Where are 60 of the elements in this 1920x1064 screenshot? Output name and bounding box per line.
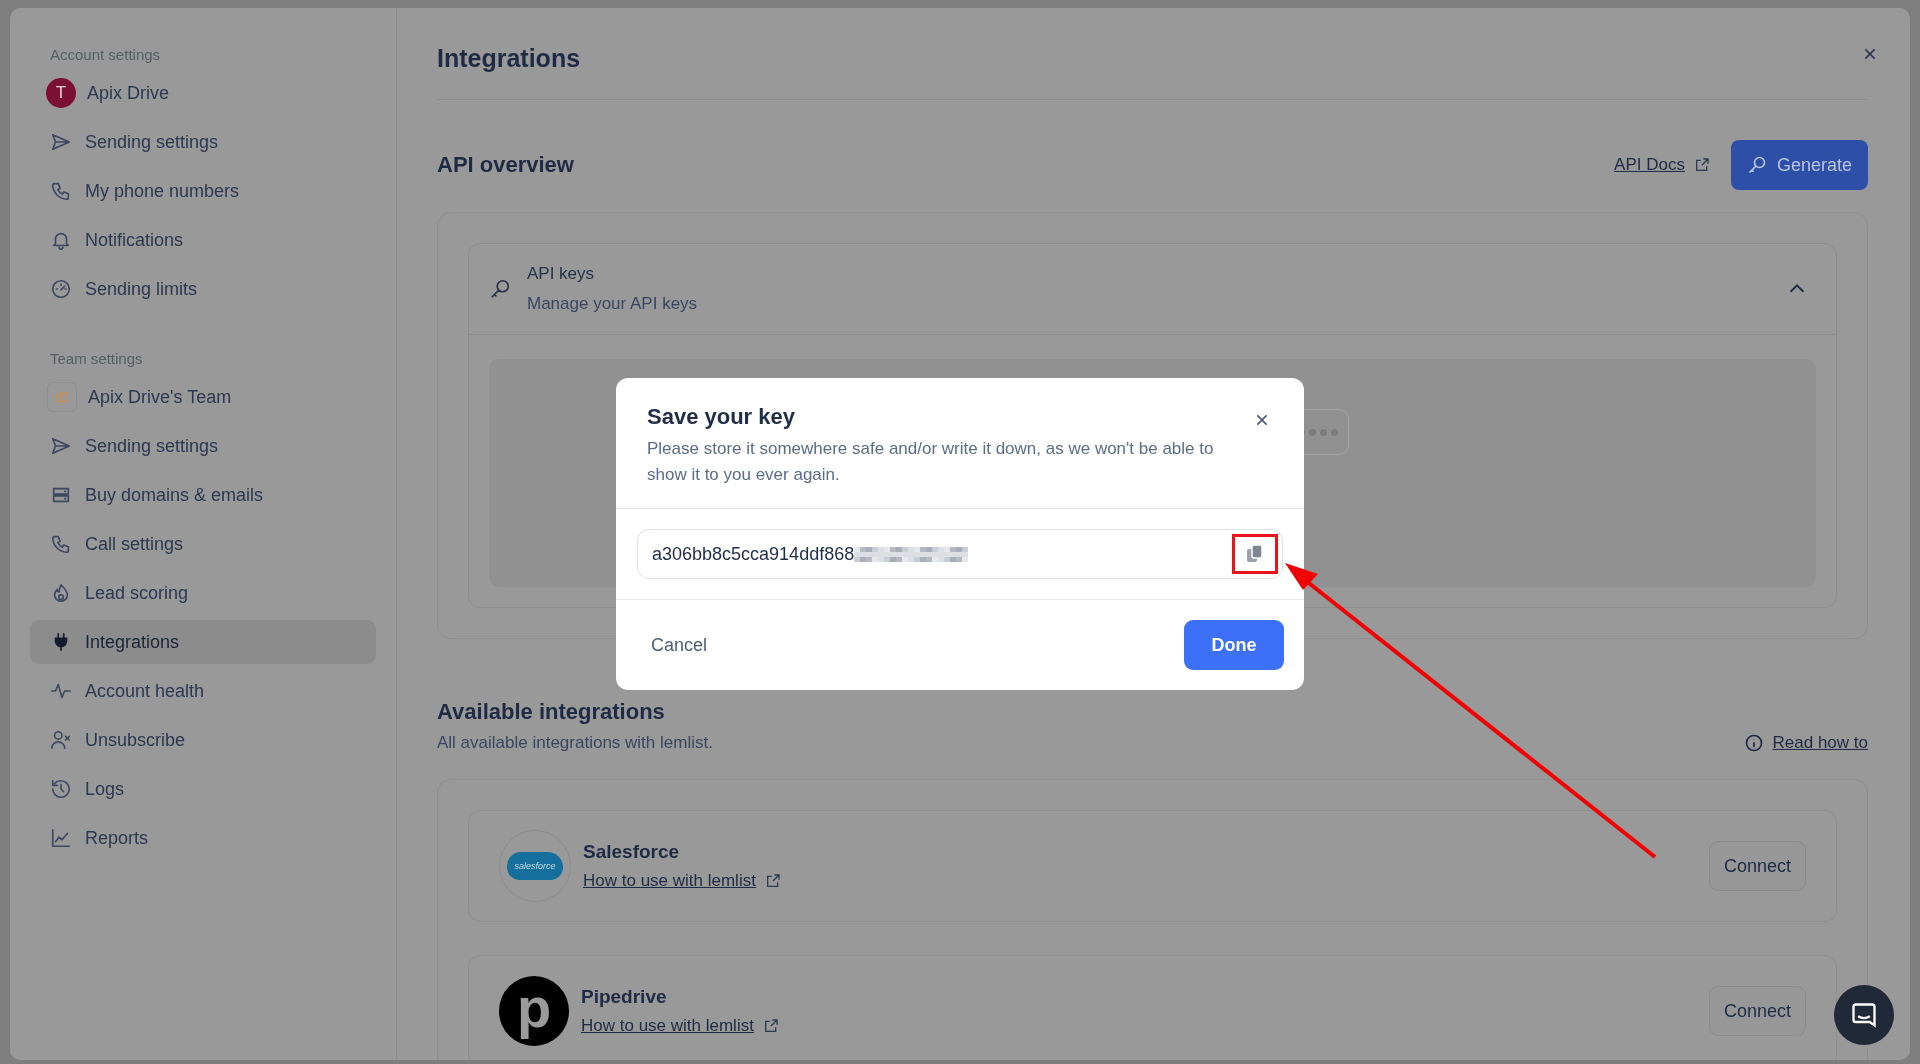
- panel-subtitle: Manage your API keys: [527, 294, 699, 314]
- letter-logo: p: [499, 976, 569, 1046]
- paper-plane-icon: [50, 435, 72, 457]
- key-icon: [1746, 155, 1767, 175]
- sidebar-item[interactable]: My phone numbers: [30, 169, 376, 213]
- key-icon: [489, 278, 511, 300]
- sidebar-item[interactable]: Unsubscribe: [30, 718, 376, 762]
- sidebar-item[interactable]: Notifications: [30, 218, 376, 262]
- sidebar-item[interactable]: Sending settings: [30, 424, 376, 468]
- paper-plane-icon: [50, 131, 72, 153]
- section-subtitle: All available integrations with lemlist.: [437, 733, 713, 753]
- key-field[interactable]: a306bb8c5cca914ddf868: [637, 529, 1283, 579]
- phone-icon: [50, 180, 72, 202]
- building-icon: [47, 382, 77, 412]
- close-icon[interactable]: [1862, 46, 1878, 62]
- history-icon: [50, 778, 72, 800]
- panel-title: API keys: [527, 264, 596, 284]
- sidebar-item[interactable]: Sending limits: [30, 267, 376, 311]
- connect-button[interactable]: Connect: [1708, 986, 1806, 1036]
- sidebar-item[interactable]: T Apix Drive: [30, 71, 376, 115]
- how-to-link[interactable]: How to use with lemlist: [583, 871, 756, 891]
- section-title: API overview: [437, 152, 574, 178]
- sidebar-item[interactable]: Sending settings: [30, 120, 376, 164]
- page-title: Integrations: [437, 44, 582, 73]
- sidebar-item[interactable]: Integrations: [30, 620, 376, 664]
- external-link-icon: [762, 1018, 779, 1034]
- sidebar-item[interactable]: Call settings: [30, 522, 376, 566]
- key-value: a306bb8c5cca914ddf868: [652, 543, 855, 565]
- user-remove-icon: [50, 729, 72, 751]
- cancel-button[interactable]: Cancel: [651, 630, 708, 660]
- done-button[interactable]: Done: [1184, 620, 1284, 670]
- avatar: T: [46, 78, 76, 108]
- external-link-icon: [1693, 157, 1710, 173]
- external-link-icon: [764, 873, 781, 889]
- integration-name: Salesforce: [583, 841, 681, 863]
- chart-icon: [50, 827, 72, 849]
- docs-link[interactable]: API Docs: [1614, 155, 1685, 175]
- dialog-message: Please store it somewhere safe and/or write it down, as we won't be able to show it to you ever again.: [647, 438, 1215, 486]
- copy-icon: [1246, 544, 1264, 564]
- sidebar-item[interactable]: Buy domains & emails: [30, 473, 376, 517]
- copy-button[interactable]: [1232, 534, 1278, 574]
- section-heading: Team settings: [49, 350, 144, 367]
- sidebar-item[interactable]: Reports: [30, 816, 376, 860]
- dialog-title: Save your key: [647, 404, 795, 430]
- sidebar-item[interactable]: Apix Drive's Team: [30, 375, 376, 419]
- sidebar-item[interactable]: Account health: [30, 669, 376, 713]
- phone-icon: [50, 533, 72, 555]
- gauge-icon: [50, 278, 72, 300]
- connect-button[interactable]: Connect: [1708, 841, 1806, 891]
- info-icon: [1743, 733, 1764, 753]
- sidebar-item[interactable]: Lead scoring: [30, 571, 376, 615]
- close-icon[interactable]: [1254, 412, 1270, 428]
- generate-button[interactable]: Generate: [1730, 140, 1868, 190]
- chat-icon: [1850, 1001, 1878, 1029]
- how-to-link[interactable]: How to use with lemlist: [581, 1016, 754, 1036]
- sidebar-item[interactable]: Logs: [30, 767, 376, 811]
- section-title: Available integrations: [437, 699, 666, 725]
- integration-name: Pipedrive: [581, 986, 668, 1008]
- read-how-to-link[interactable]: Read how to: [1772, 733, 1868, 753]
- section-heading: Account settings: [49, 46, 162, 63]
